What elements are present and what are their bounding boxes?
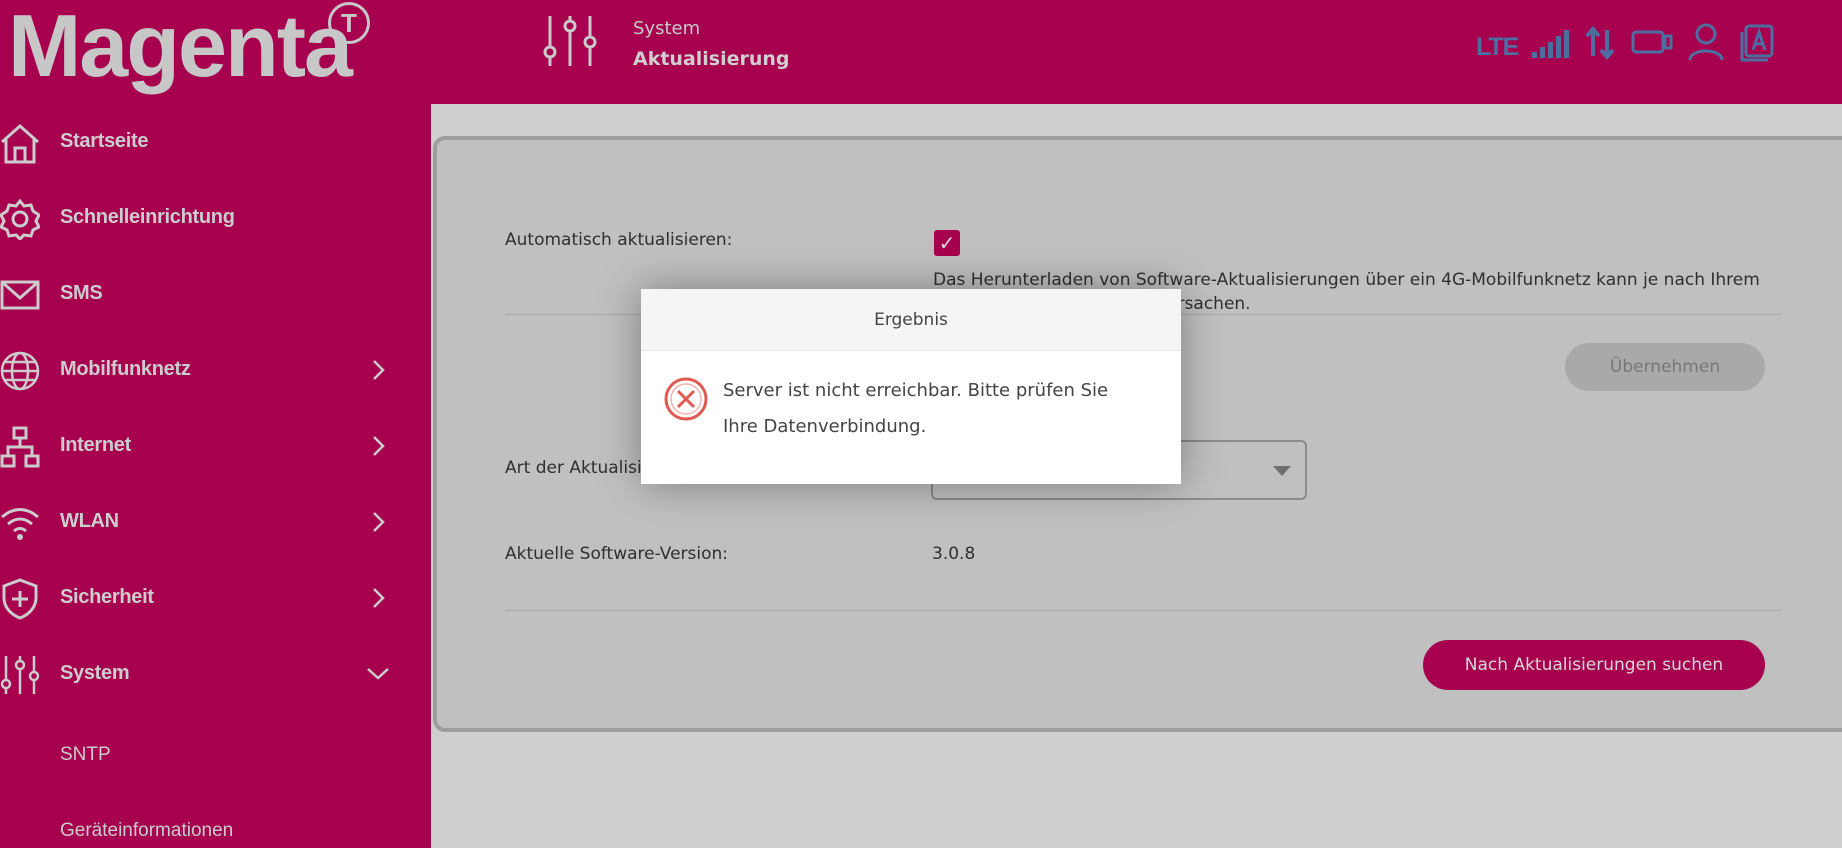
check-updates-button[interactable]: Nach Aktualisierungen suchen: [1423, 640, 1765, 690]
sidebar-subitem-sntp[interactable]: SNTP: [60, 744, 111, 766]
network-icon: [0, 426, 40, 468]
sidebar-item-system[interactable]: System: [0, 636, 431, 712]
magenta-logo[interactable]: Magenta: [8, 0, 353, 92]
home-icon: [1, 123, 39, 164]
sidebar-item-sicherheit[interactable]: Sicherheit: [0, 560, 431, 636]
apply-button[interactable]: Übernehmen: [1565, 343, 1765, 391]
sliders-icon: [0, 656, 40, 694]
page-title: Aktualisierung: [633, 48, 790, 70]
sidebar-item-label: SMS: [60, 282, 103, 304]
sidebar-item-startseite[interactable]: Startseite: [0, 104, 431, 180]
sidebar-item-label: System: [60, 662, 130, 684]
language-icon[interactable]: [1740, 22, 1776, 62]
result-dialog: Ergebnis Server ist nicht erreichbar. Bi…: [641, 289, 1181, 484]
top-header: Magenta T System Aktualisierung LTE: [0, 0, 1842, 104]
sidebar-item-schnelleinrichtung[interactable]: Schnelleinrichtung: [0, 180, 431, 256]
wifi-icon: [1, 508, 39, 540]
sliders-icon: [543, 16, 597, 66]
chevron-right-icon: [373, 512, 385, 532]
sidebar-item-label: Startseite: [60, 130, 149, 152]
breadcrumb-section: System: [633, 18, 701, 39]
software-version-label: Aktuelle Software-Version:: [505, 544, 729, 564]
sidebar-item-wlan[interactable]: WLAN: [0, 484, 431, 560]
chevron-down-icon: [1273, 466, 1291, 476]
dialog-title: Ergebnis: [641, 289, 1181, 351]
sidebar-item-label: Schnelleinrichtung: [60, 206, 235, 228]
auto-update-checkbox[interactable]: ✓: [934, 230, 960, 256]
error-icon: [664, 377, 708, 421]
sidebar-item-sms[interactable]: SMS: [0, 256, 431, 332]
sidebar-item-mobilfunknetz[interactable]: Mobilfunknetz: [0, 332, 431, 408]
dialog-message: Server ist nicht erreichbar. Bitte prüfe…: [723, 380, 1109, 437]
chevron-right-icon: [373, 436, 385, 456]
device-icon: [1631, 30, 1673, 54]
sidebar-item-internet[interactable]: Internet: [0, 408, 431, 484]
envelope-icon: [0, 280, 40, 310]
sidebar-subitem-geraeteinformationen[interactable]: Geräteinformationen: [60, 820, 233, 842]
sidebar-item-label: Sicherheit: [60, 586, 154, 608]
sidebar-item-label: Internet: [60, 434, 131, 456]
telekom-logo-mark: T: [328, 2, 370, 44]
gear-icon: [0, 198, 40, 240]
chevron-right-icon: [373, 360, 385, 380]
software-version-value: 3.0.8: [932, 544, 976, 564]
sidebar-item-label: WLAN: [60, 510, 119, 532]
auto-update-label: Automatisch aktualisieren:: [505, 230, 733, 250]
sidebar: Startseite Schnelleinrichtung SMS Mobilf…: [0, 104, 431, 848]
signal-bars-icon: [1532, 30, 1569, 58]
globe-icon: [0, 351, 40, 391]
divider: [505, 610, 1781, 611]
chevron-right-icon: [373, 588, 385, 608]
data-transfer-icon: [1585, 25, 1615, 61]
user-icon[interactable]: [1686, 22, 1726, 62]
chevron-down-icon: [367, 668, 389, 680]
network-type-indicator: LTE: [1476, 33, 1519, 61]
sidebar-item-label: Mobilfunknetz: [60, 358, 191, 380]
shield-icon: [2, 578, 38, 620]
